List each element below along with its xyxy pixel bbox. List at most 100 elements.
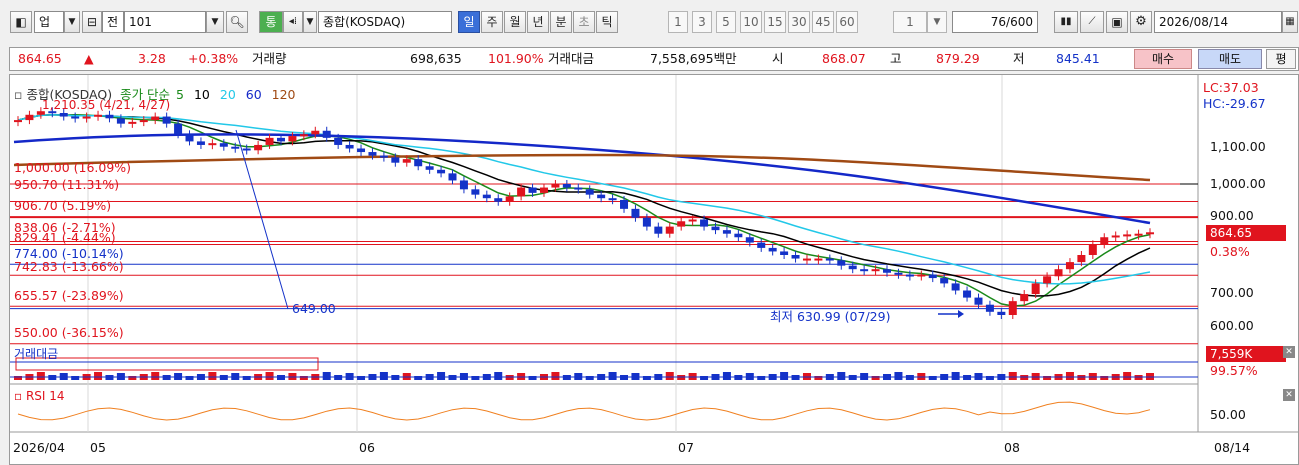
candle [1031, 283, 1040, 295]
candle [1088, 244, 1097, 255]
ytick-700: 700.00 [1210, 285, 1254, 300]
rsi-label-text: RSI 14 [25, 389, 65, 403]
candle [597, 194, 606, 199]
candle [448, 173, 457, 181]
rsi-line [17, 401, 1151, 421]
ma-10-line [17, 114, 1151, 297]
candle [860, 269, 869, 272]
candle [791, 255, 800, 259]
candle [985, 304, 994, 312]
candle [196, 141, 205, 145]
candle [174, 123, 183, 135]
close-icon[interactable]: ✕ [1283, 346, 1295, 358]
legend-ma20: 20 [219, 87, 236, 102]
candle [459, 180, 468, 190]
candle [494, 198, 503, 202]
ytick-900: 900.00 [1210, 208, 1254, 223]
candle [357, 148, 366, 153]
volume-bar [1123, 372, 1132, 380]
current-pct: 0.38% [1210, 244, 1250, 259]
candle [1123, 234, 1132, 237]
hc-value: HC:-29.67 [1203, 96, 1266, 111]
ma-5-line [17, 114, 1151, 307]
ma-60-line [13, 133, 1151, 225]
candle [1020, 294, 1029, 302]
candle [368, 152, 377, 156]
candle [757, 242, 766, 248]
candle [608, 198, 617, 201]
ma-120-line [13, 153, 1151, 182]
candle [482, 194, 491, 199]
candle [768, 247, 777, 252]
candle [151, 116, 160, 121]
ytick-1100: 1,100.00 [1210, 139, 1266, 154]
rsi-close-icon[interactable]: ✕ [1283, 389, 1295, 401]
candle [425, 166, 434, 170]
candle [539, 187, 548, 193]
volume-bar [665, 372, 674, 380]
candle [585, 189, 594, 195]
candle [814, 258, 823, 261]
legend-ma10: 10 [193, 87, 210, 102]
rsi-tick-50: 50.00 [1210, 407, 1246, 422]
level-label-906: 906.70 (5.19%) [14, 198, 112, 213]
candle [631, 208, 640, 218]
candle [288, 136, 297, 142]
candle [505, 196, 514, 202]
level-label-1000: 1,000.00 (16.09%) [14, 160, 132, 175]
candle [997, 311, 1006, 315]
high-annotation: 1,210.35 (4/21, 4/27) [42, 98, 171, 112]
candle [848, 265, 857, 270]
candle [25, 114, 34, 121]
current-price-badge: 864.65 [1206, 225, 1286, 241]
xlabel-end: 08/14 [1214, 440, 1251, 455]
candle [345, 144, 354, 149]
candle [185, 134, 194, 142]
lc-value: LC:37.03 [1203, 80, 1259, 95]
volume-bar [551, 372, 560, 380]
candle [402, 159, 411, 163]
candle [620, 199, 629, 209]
xlabel-start: 2026/04 [13, 440, 65, 455]
volume-bars [14, 372, 1154, 380]
candle [951, 283, 960, 291]
volume-bar [1008, 372, 1017, 380]
candle [905, 274, 914, 277]
candle [574, 187, 583, 190]
candle [562, 184, 571, 188]
candle [94, 114, 103, 117]
rsi-label: ▫ RSI 14 [14, 389, 65, 403]
candle [528, 187, 537, 193]
candle [276, 137, 285, 142]
volume-bar [208, 372, 217, 380]
candle [517, 187, 526, 197]
candles [14, 107, 1154, 319]
candle [242, 148, 251, 151]
volume-bar [36, 372, 45, 380]
volume-bar [265, 372, 274, 380]
level-lines [10, 183, 1198, 345]
volume-badge: 7,559K [1206, 346, 1286, 362]
legend-ma5: 5 [176, 87, 184, 102]
volume-panel-label: 거래대금 [14, 347, 59, 361]
candle [940, 278, 949, 284]
candle [105, 114, 114, 119]
volume-bar [894, 372, 903, 380]
volume-bar [951, 372, 960, 380]
xlabel-06: 06 [359, 440, 375, 455]
volume-bar [1065, 372, 1074, 380]
candle [334, 137, 343, 145]
candle [1008, 301, 1017, 315]
xlabel-05: 05 [90, 440, 106, 455]
volume-bar [94, 372, 103, 380]
volume-pct: 99.57% [1210, 363, 1258, 378]
candle [802, 258, 811, 261]
candle [642, 217, 651, 227]
candle [128, 121, 137, 124]
candle [700, 219, 709, 227]
candle [688, 219, 697, 222]
candle [311, 130, 320, 135]
candle [471, 189, 480, 195]
candle [59, 113, 68, 117]
legend-ma120: 120 [271, 87, 296, 102]
